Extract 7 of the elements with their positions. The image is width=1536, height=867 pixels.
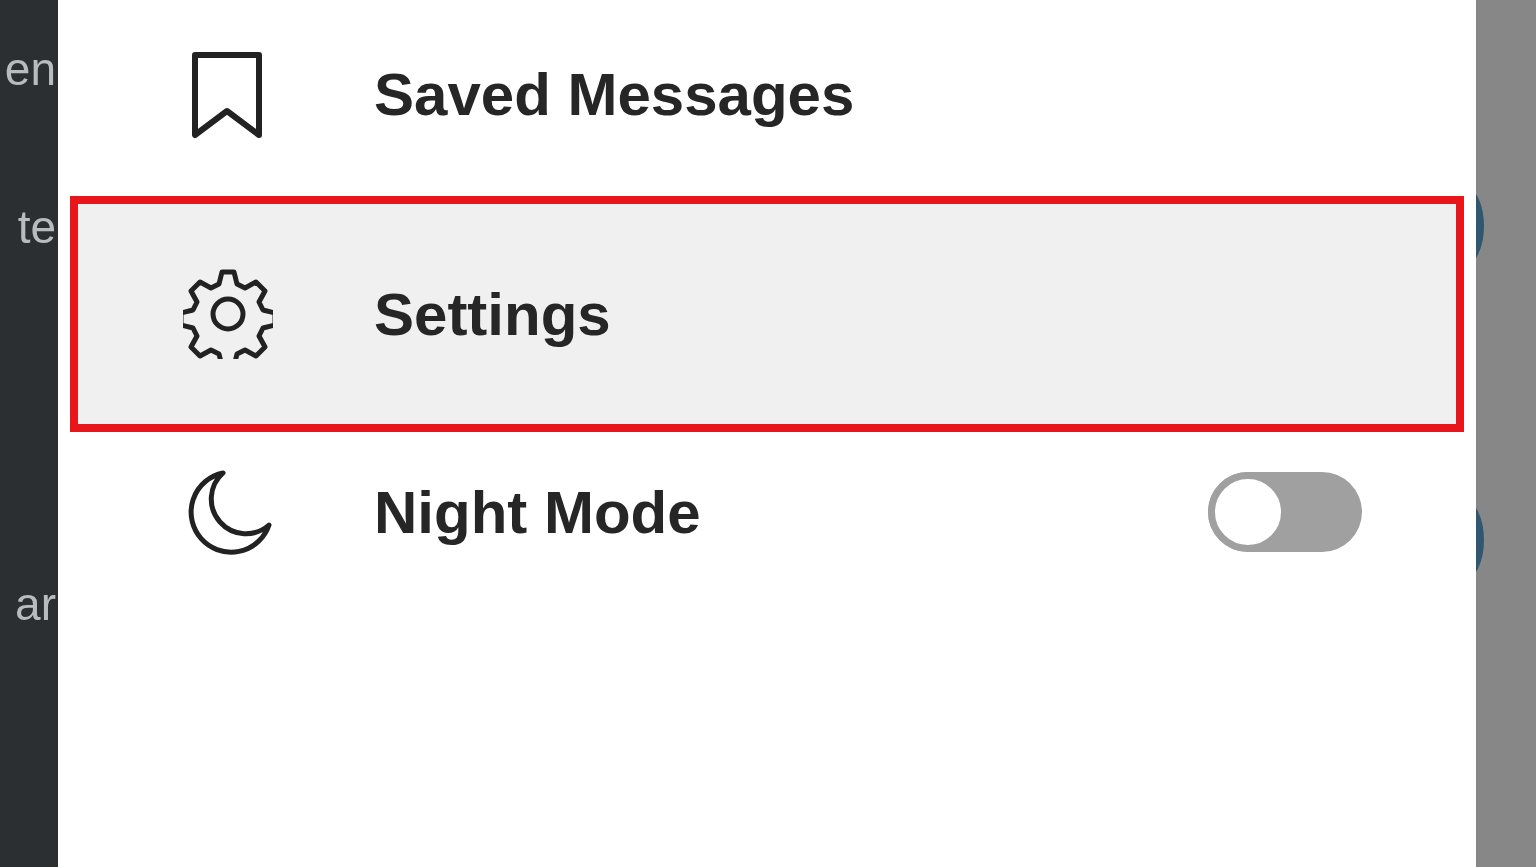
settings-icon <box>183 269 273 359</box>
chat-name: ar <box>15 577 57 632</box>
menu-item[interactable]: Night Mode <box>70 432 1464 592</box>
menu-item[interactable]: Settings <box>70 196 1464 432</box>
chat-name: te <box>17 200 57 255</box>
chat-name: en <box>4 42 57 97</box>
menu-item[interactable]: Saved Messages <box>70 0 1464 196</box>
